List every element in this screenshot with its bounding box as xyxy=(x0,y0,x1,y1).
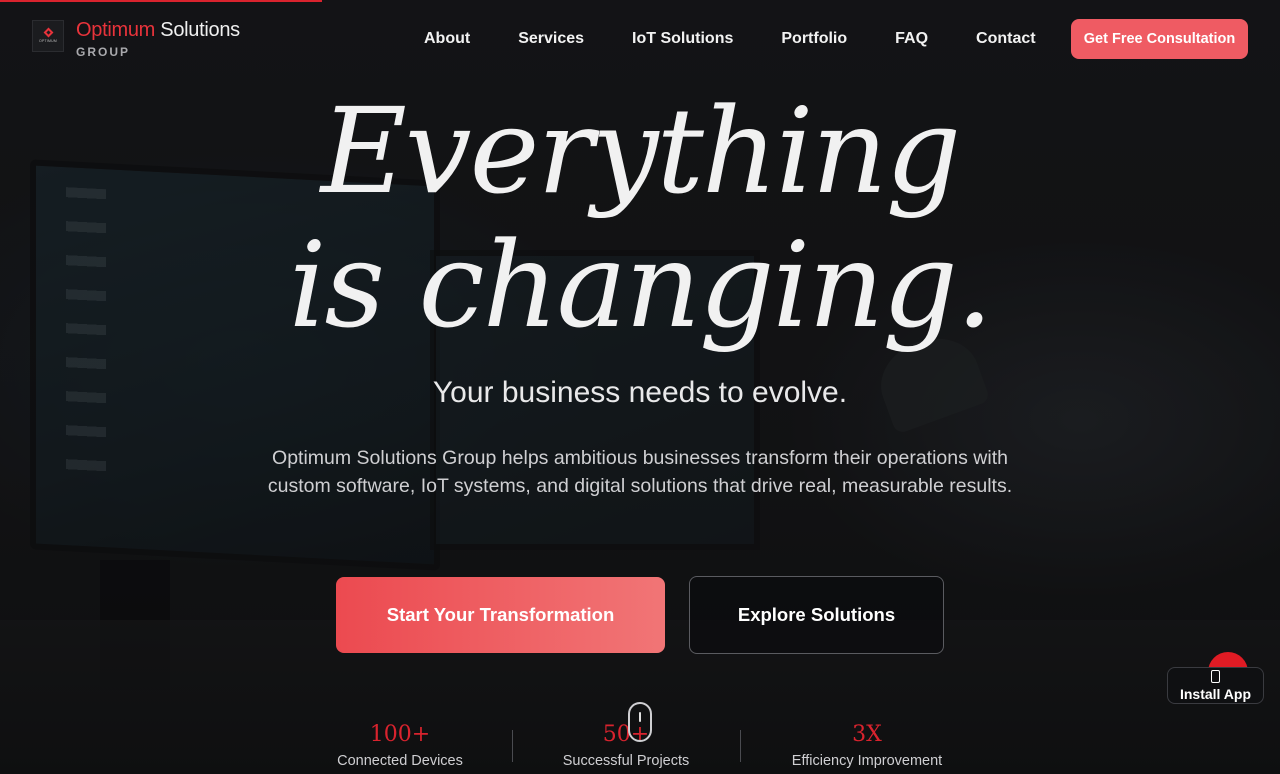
install-app-label: Install App xyxy=(1179,685,1252,702)
brand-logo[interactable]: OPTIMUM Optimum Solutions GROUP xyxy=(32,20,240,59)
hero-title-line1: Everything xyxy=(320,82,961,220)
stat-value: 3X xyxy=(852,722,882,747)
brand-tagline: GROUP xyxy=(76,45,131,59)
stat-label: Successful Projects xyxy=(562,753,690,769)
stat-efficiency-improvement: 3X Efficiency Improvement xyxy=(782,722,952,769)
logo-text: Optimum Solutions GROUP xyxy=(76,20,240,59)
start-transformation-button[interactable]: Start Your Transformation xyxy=(336,577,665,653)
hero-description: Optimum Solutions Group helps ambitious … xyxy=(267,447,1013,497)
nav-link-contact[interactable]: Contact xyxy=(976,30,1036,48)
stat-label: Connected Devices xyxy=(337,753,463,769)
hero-subtitle: Your business needs to evolve. xyxy=(432,376,848,409)
nav-link-about[interactable]: About xyxy=(424,30,470,48)
nav-link-services[interactable]: Services xyxy=(518,30,584,48)
stat-divider xyxy=(512,730,513,762)
diamond-icon xyxy=(43,27,53,38)
install-app-button[interactable]: Install App xyxy=(1167,667,1264,704)
get-free-consultation-button[interactable]: Get Free Consultation xyxy=(1071,19,1248,59)
scroll-indicator-icon[interactable] xyxy=(628,702,652,742)
hero-title-line2: is changing. xyxy=(288,216,994,354)
explore-solutions-button[interactable]: Explore Solutions xyxy=(689,576,944,654)
nav-link-portfolio[interactable]: Portfolio xyxy=(781,30,847,48)
stat-successful-projects: 50+ Successful Projects xyxy=(550,722,702,769)
stat-value: 100+ xyxy=(369,722,431,747)
nav-link-iot-solutions[interactable]: IoT Solutions xyxy=(632,30,733,48)
progress-line xyxy=(0,0,322,2)
stat-value: 50+ xyxy=(602,722,650,747)
main-nav: About Services IoT Solutions Portfolio F… xyxy=(424,30,1036,48)
logo-mark-text: OPTIMUM xyxy=(39,39,57,43)
nav-link-faq[interactable]: FAQ xyxy=(895,30,928,48)
phone-icon xyxy=(1211,669,1220,683)
logo-mark-icon: OPTIMUM xyxy=(32,20,64,52)
brand-name-rest: Solutions xyxy=(155,19,240,41)
brand-name: Optimum Solutions xyxy=(76,20,240,40)
brand-name-accent: Optimum xyxy=(76,19,156,41)
stat-divider xyxy=(740,730,741,762)
stat-label: Efficiency Improvement xyxy=(791,753,943,769)
stat-connected-devices: 100+ Connected Devices xyxy=(330,722,470,769)
